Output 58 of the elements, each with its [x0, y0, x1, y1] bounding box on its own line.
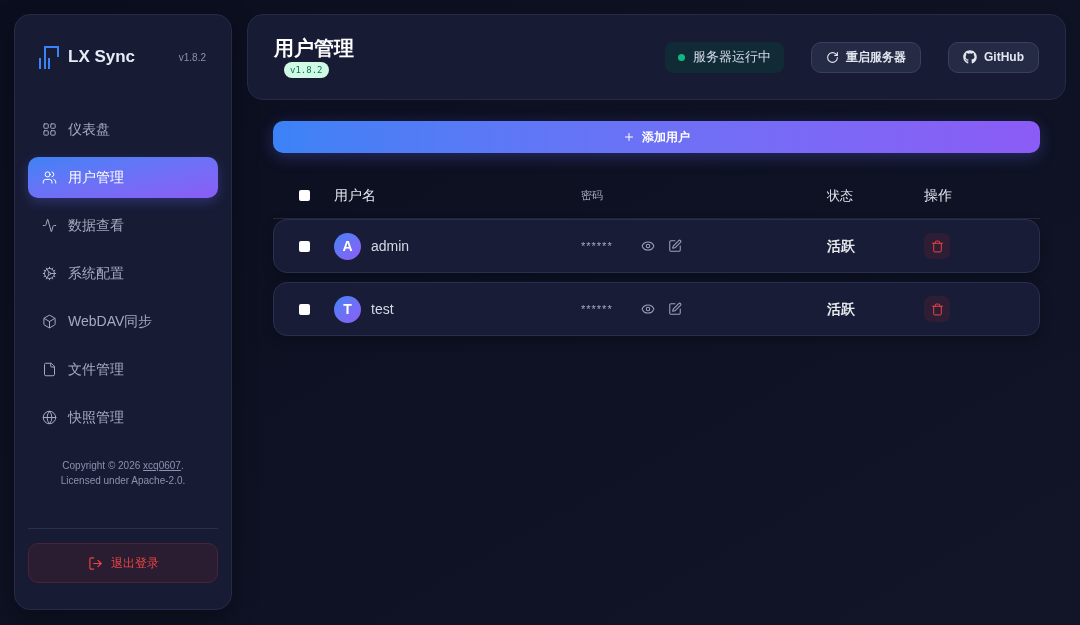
- globe-icon: [42, 410, 57, 425]
- trash-icon: [930, 302, 944, 316]
- status-text: 活跃: [827, 236, 855, 256]
- users-icon: [42, 170, 57, 185]
- delete-user-button[interactable]: [924, 296, 950, 322]
- trash-icon: [930, 239, 944, 253]
- copyright-text: Copyright © 2026 xcq0607.: [62, 459, 184, 473]
- status-text: 活跃: [827, 299, 855, 319]
- logout-button[interactable]: 退出登录: [28, 543, 218, 583]
- nav-item[interactable]: 快照管理: [28, 397, 218, 438]
- column-header: 密码: [581, 188, 603, 204]
- nav-item[interactable]: 仪表盘: [28, 109, 218, 150]
- pulse-line-icon: [42, 218, 57, 233]
- github-button[interactable]: GitHub: [948, 41, 1039, 73]
- author-link[interactable]: xcq0607: [143, 460, 181, 471]
- status-text: 服务器运行中: [693, 48, 771, 67]
- column-header: 状态: [827, 186, 853, 205]
- page-title: 用户管理: [274, 36, 354, 60]
- password-mask: ******: [581, 301, 614, 317]
- plus-icon: [623, 131, 635, 143]
- eye-icon: [641, 239, 655, 253]
- password-mask: ******: [581, 238, 614, 254]
- select-all-checkbox[interactable]: [299, 190, 310, 201]
- logo-icon: [38, 44, 60, 70]
- github-logo-icon: [963, 50, 977, 64]
- eye-icon: [641, 302, 655, 316]
- show-password-button[interactable]: [641, 239, 655, 253]
- username-text: admin: [371, 236, 410, 256]
- username-text: test: [371, 299, 394, 319]
- cube-icon: [42, 314, 57, 329]
- file-icon: [42, 362, 57, 377]
- edit-icon: [668, 302, 682, 316]
- nav-item[interactable]: 系统配置: [28, 253, 218, 294]
- column-header: 用户名: [334, 186, 376, 205]
- app-name: LX Sync: [68, 46, 136, 69]
- nav-item[interactable]: WebDAV同步: [28, 301, 218, 342]
- license-text: Licensed under Apache-2.0.: [60, 474, 186, 488]
- version-text: v1.8.2: [178, 50, 206, 65]
- edit-password-button[interactable]: [668, 239, 682, 253]
- user-avatar: A: [334, 232, 361, 260]
- gear-icon: [42, 266, 57, 281]
- version-badge: v1.8.2: [284, 62, 329, 78]
- refresh-icon: [826, 50, 839, 64]
- grid-icon: [42, 122, 57, 137]
- restart-server-button[interactable]: 重启服务器: [811, 41, 921, 73]
- column-header: 操作: [924, 186, 952, 205]
- delete-user-button[interactable]: [924, 233, 950, 259]
- row-checkbox[interactable]: [299, 240, 310, 252]
- add-user-button[interactable]: 添加用户: [273, 121, 1040, 153]
- show-password-button[interactable]: [641, 302, 655, 316]
- nav-item[interactable]: 文件管理: [28, 349, 218, 390]
- user-avatar: T: [334, 295, 361, 323]
- logout-icon: [87, 555, 103, 571]
- nav-item[interactable]: 用户管理: [28, 157, 218, 198]
- edit-password-button[interactable]: [668, 302, 682, 316]
- edit-icon: [668, 239, 682, 253]
- row-checkbox[interactable]: [299, 303, 310, 315]
- nav-item[interactable]: 数据查看: [28, 205, 218, 246]
